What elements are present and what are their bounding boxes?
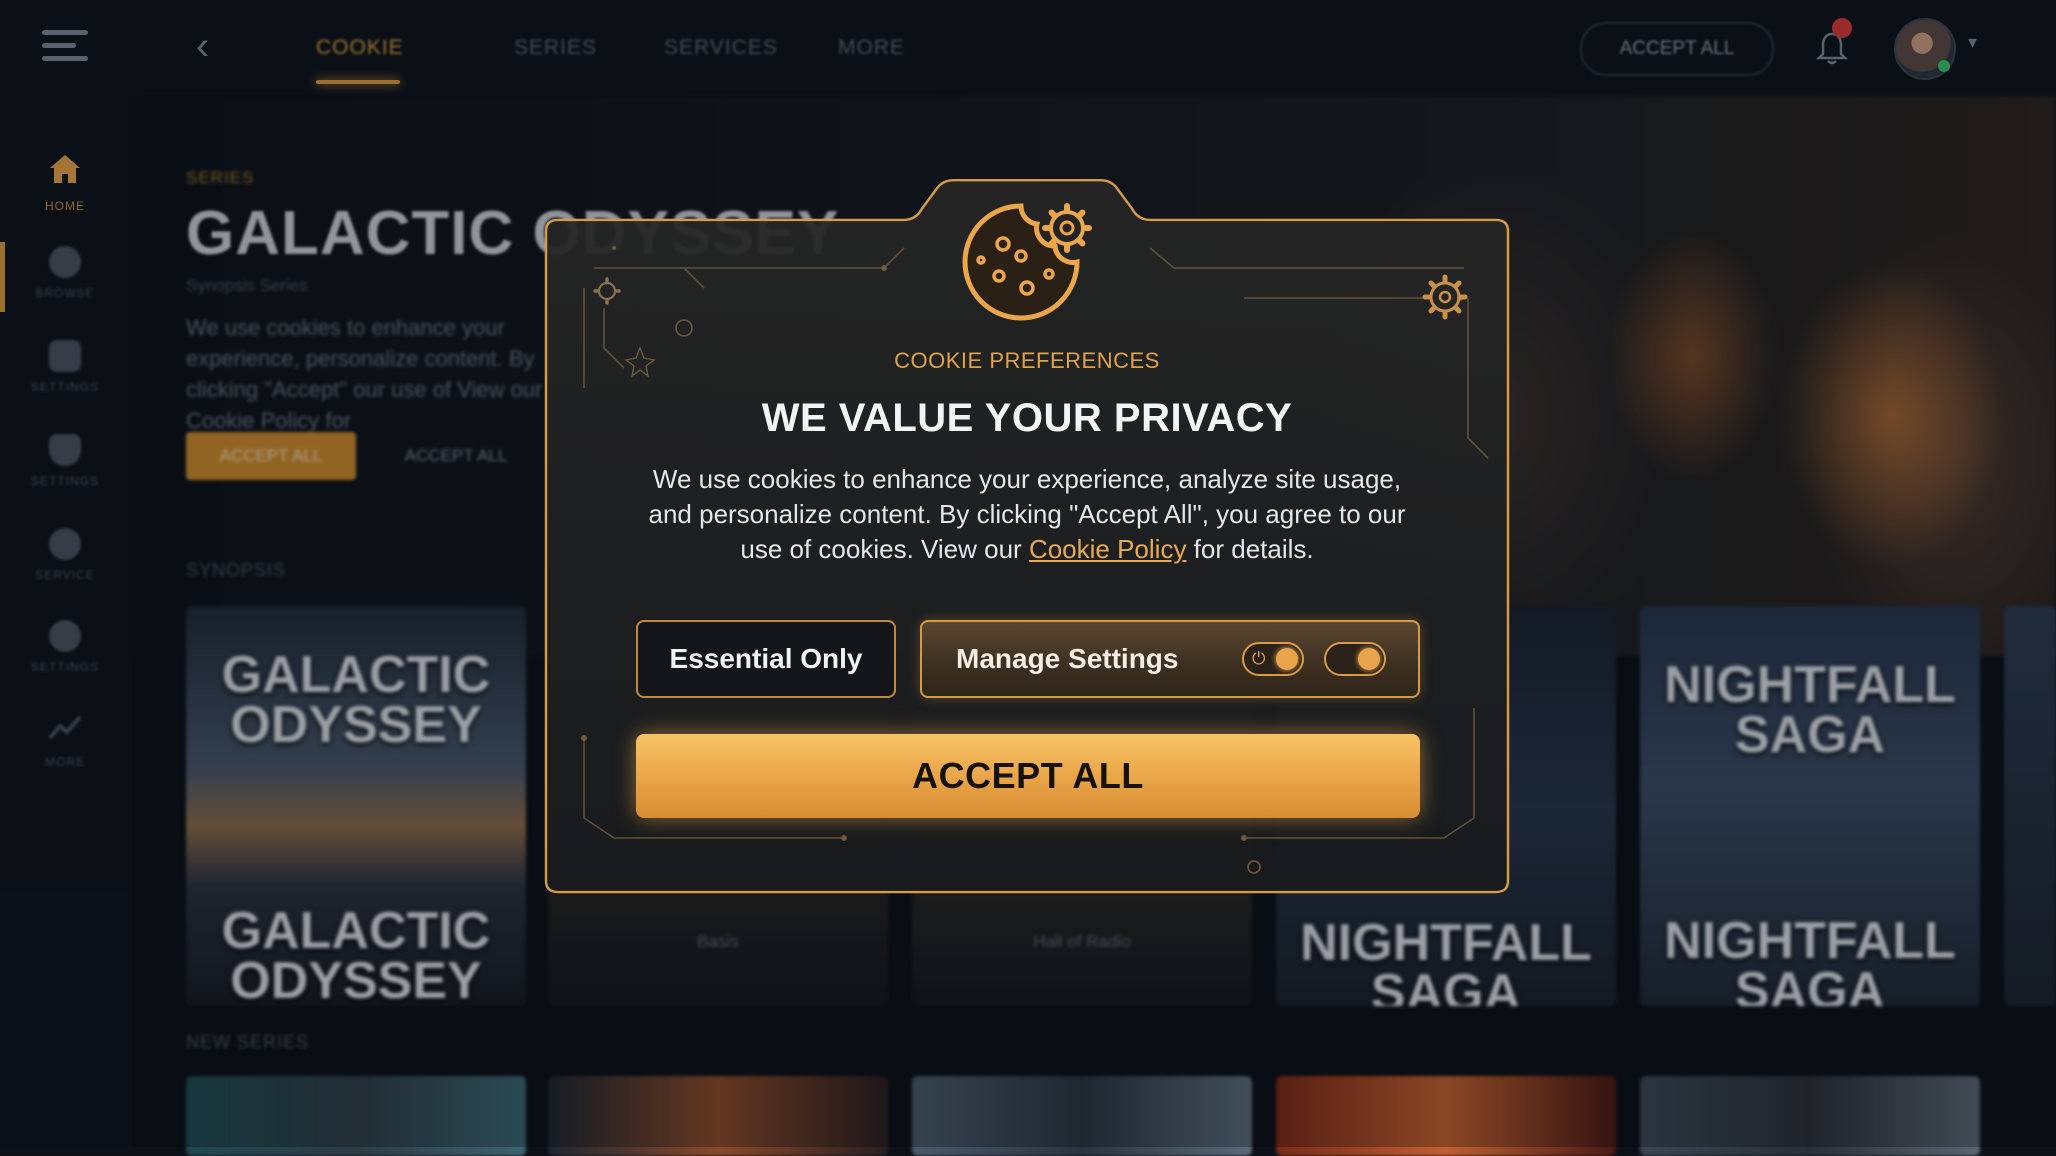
cookie-consent-modal: COOKIE PREFERENCES WE VALUE YOUR PRIVACY… (544, 178, 1510, 898)
toggle-knob (1358, 648, 1380, 670)
decorative-gear-icon (593, 277, 621, 305)
manage-settings-button[interactable]: Manage Settings ⏻ (920, 620, 1420, 698)
body-text-end: for details. (1186, 534, 1314, 564)
modal-title: WE VALUE YOUR PRIVACY (761, 396, 1293, 440)
cookie-gear (1042, 203, 1092, 253)
modal-eyebrow: COOKIE PREFERENCES (894, 348, 1160, 373)
essential-only-button[interactable]: Essential Only (636, 620, 896, 698)
modal-body-text: We use cookies to enhance your experienc… (638, 462, 1416, 567)
accept-all-button[interactable]: ACCEPT ALL (636, 734, 1420, 818)
manage-settings-label: Manage Settings (956, 643, 1179, 674)
settings-gear-icon (1422, 274, 1468, 320)
power-icon: ⏻ (1252, 649, 1266, 668)
toggle-knob (1276, 648, 1298, 670)
cookie-icon (962, 203, 1092, 321)
cookie-policy-link[interactable]: Cookie Policy (1029, 534, 1187, 564)
personalization-toggle[interactable] (1324, 642, 1386, 676)
analytics-toggle[interactable]: ⏻ (1242, 642, 1304, 676)
